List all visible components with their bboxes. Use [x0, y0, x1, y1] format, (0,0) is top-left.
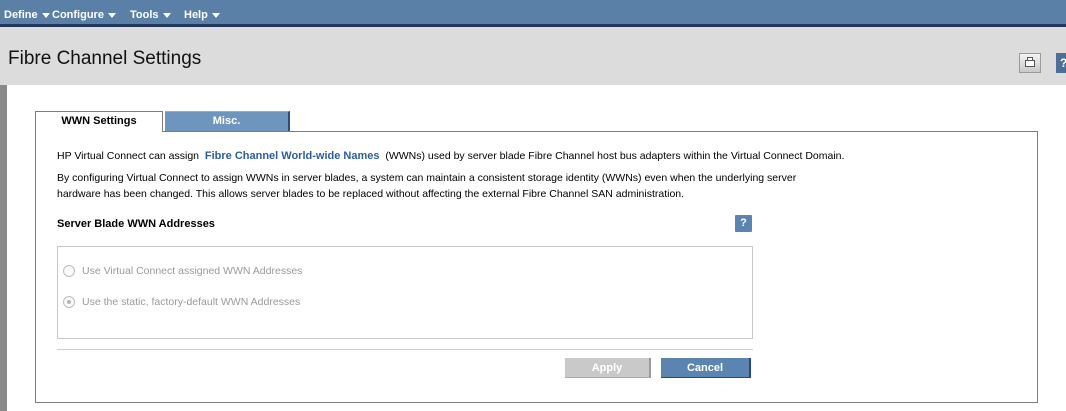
cancel-button[interactable]: Cancel — [661, 358, 751, 378]
page-title: Fibre Channel Settings — [8, 48, 202, 69]
tab-misc[interactable]: Misc. — [165, 111, 290, 131]
chevron-down-icon — [162, 13, 171, 18]
intro-text-after: (WWNs) used by server blade Fibre Channe… — [385, 150, 845, 162]
menu-configure-label: Configure — [52, 9, 104, 21]
menu-help-label: Help — [184, 9, 208, 21]
apply-button[interactable]: Apply — [565, 358, 651, 378]
divider — [57, 349, 753, 350]
print-icon[interactable] — [1019, 53, 1041, 73]
chevron-down-icon — [211, 13, 220, 18]
chevron-down-icon — [41, 13, 50, 18]
menu-tools[interactable]: Tools — [130, 9, 171, 21]
intro-text-before: HP Virtual Connect can assign — [57, 150, 200, 162]
intro-paragraph: HP Virtual Connect can assign Fibre Chan… — [57, 150, 844, 162]
chevron-down-icon — [107, 13, 116, 18]
radio-vc-assigned[interactable] — [63, 265, 75, 277]
option-factory-default[interactable]: Use the static, factory-default WWN Addr… — [63, 296, 300, 308]
option-vc-assigned-label: Use Virtual Connect assigned WWN Address… — [82, 265, 303, 277]
menu-configure[interactable]: Configure — [52, 9, 116, 21]
option-factory-default-label: Use the static, factory-default WWN Addr… — [82, 296, 301, 308]
menu-define[interactable]: Define — [4, 9, 50, 21]
menu-define-label: Define — [4, 9, 38, 21]
radio-factory-default[interactable] — [63, 296, 75, 308]
section-title: Server Blade WWN Addresses — [57, 218, 215, 230]
description-line-1: By configuring Virtual Connect to assign… — [57, 172, 797, 184]
section-help-icon[interactable]: ? — [735, 215, 752, 232]
description-line-2: hardware has been changed. This allows s… — [57, 188, 685, 200]
left-edge-strip — [0, 85, 7, 411]
tab-wwn-settings[interactable]: WWN Settings — [35, 111, 163, 132]
option-vc-assigned[interactable]: Use Virtual Connect assigned WWN Address… — [63, 265, 302, 277]
menu-tools-label: Tools — [130, 9, 159, 21]
menu-help[interactable]: Help — [184, 9, 220, 21]
menu-bar: Define Configure Tools Help — [0, 0, 1066, 27]
wwn-options-box — [57, 246, 753, 339]
wwn-link[interactable]: Fibre Channel World-wide Names — [205, 150, 380, 162]
title-band: Fibre Channel Settings ? — [0, 27, 1066, 85]
help-icon[interactable]: ? — [1056, 53, 1066, 73]
